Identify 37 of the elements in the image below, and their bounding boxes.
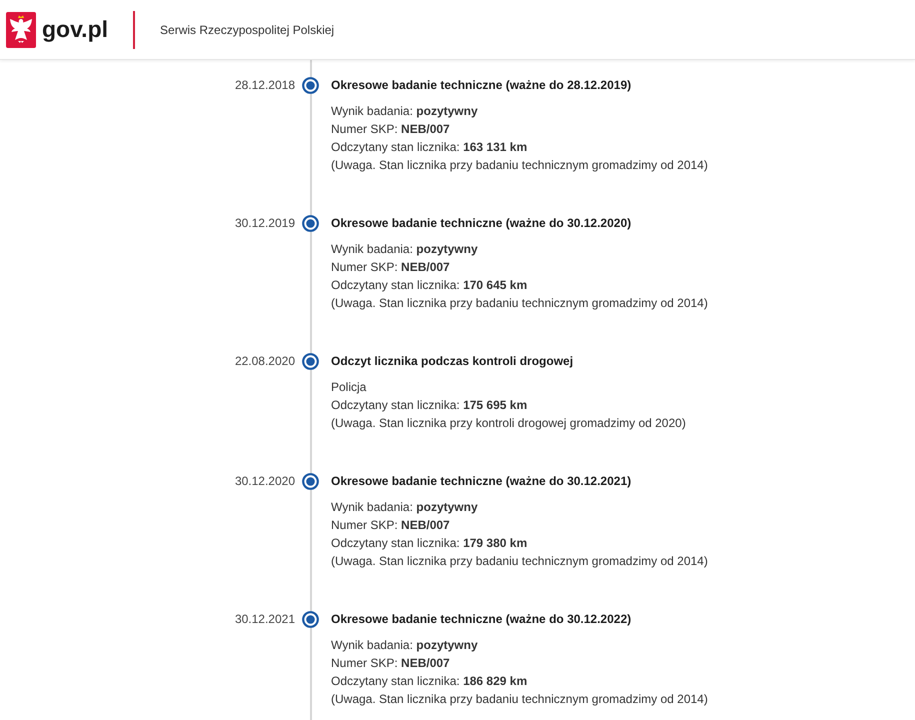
event-date: 30.12.2020 [234, 473, 295, 490]
event-detail: Wynik badania: pozytywny [331, 241, 479, 258]
event-detail: Wynik badania: pozytywny [331, 499, 479, 516]
event-title: Okresowe badanie techniczne (ważne do 30.12.2022) [331, 611, 632, 628]
timeline-dot-icon [302, 472, 318, 490]
timeline-dot-icon [302, 610, 318, 628]
event-title: Odczyt licznika podczas kontroli drogowej [331, 353, 574, 370]
event-detail: Odczytany stan licznika: 179 380 km [331, 535, 528, 552]
event-date: 30.12.2019 [234, 215, 295, 232]
event-detail: Wynik badania: pozytywny [331, 103, 479, 120]
event-title: Okresowe badanie techniczne (ważne do 30.12.2021) [331, 473, 632, 490]
event-detail: (Uwaga. Stan licznika przy badaniu technicznym gromadzimy od 2014) [331, 295, 708, 312]
event-detail: Numer SKP: NEB/007 [331, 259, 451, 276]
logo-link[interactable]: gov.pl [6, 12, 108, 48]
event-detail: Policja [331, 379, 368, 396]
timeline-dot-icon [302, 214, 318, 232]
event-detail: Numer SKP: NEB/007 [331, 655, 451, 672]
event-date: 30.12.2021 [234, 611, 295, 628]
event-date: 22.08.2020 [234, 353, 295, 370]
event-title: Okresowe badanie techniczne (ważne do 30.12.2020) [331, 215, 632, 232]
event-detail: Odczytany stan licznika: 170 645 km [331, 277, 528, 294]
event-detail: (Uwaga. Stan licznika przy badaniu technicznym gromadzimy od 2014) [331, 553, 708, 570]
event-detail: Odczytany stan licznika: 163 131 km [331, 139, 528, 156]
timeline-dot-icon [302, 352, 318, 370]
event-detail: Wynik badania: pozytywny [331, 637, 479, 654]
event-detail: (Uwaga. Stan licznika przy badaniu technicznym gromadzimy od 2014) [331, 157, 708, 174]
site-subtitle: Serwis Rzeczypospolitej Polskiej [160, 22, 334, 38]
eagle-emblem-icon [6, 12, 36, 48]
event-detail: Odczytany stan licznika: 175 695 km [331, 397, 528, 414]
event-detail: Numer SKP: NEB/007 [331, 121, 451, 138]
event-detail: (Uwaga. Stan licznika przy kontroli drogowej gromadzimy od 2020) [331, 415, 686, 432]
timeline-dot-icon [302, 76, 318, 94]
event-title: Okresowe badanie techniczne (ważne do 28.12.2019) [331, 77, 632, 94]
event-detail: Numer SKP: NEB/007 [331, 517, 451, 534]
event-date: 28.12.2018 [234, 77, 295, 94]
event-detail: (Uwaga. Stan licznika przy badaniu technicznym gromadzimy od 2014) [331, 691, 708, 708]
event-detail: Odczytany stan licznika: 186 829 km [331, 673, 528, 690]
